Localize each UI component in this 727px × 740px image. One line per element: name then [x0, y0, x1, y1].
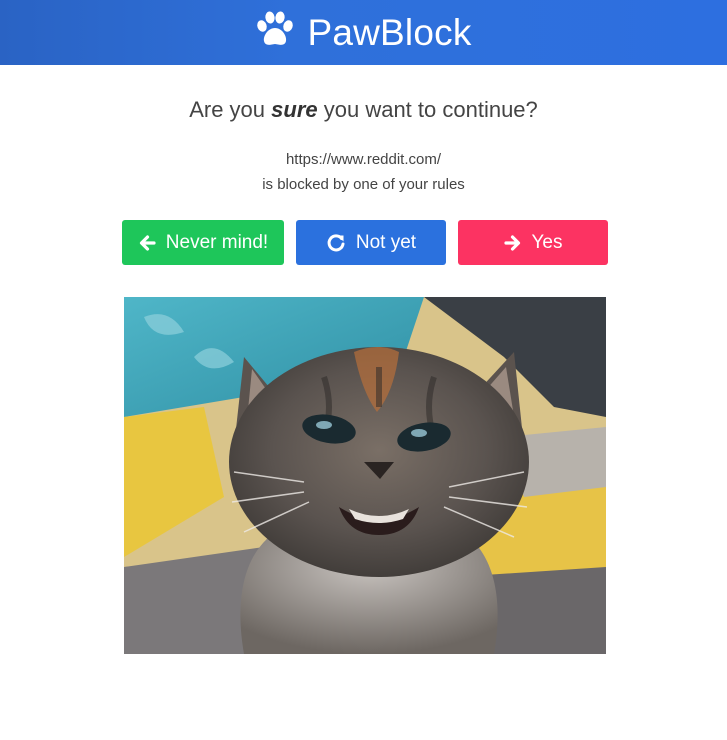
kitten-image [124, 297, 606, 654]
app-title: PawBlock [307, 11, 472, 53]
yes-button[interactable]: Yes [458, 220, 608, 265]
blocked-url: https://www.reddit.com/ [285, 151, 442, 168]
question-prefix: Are you [189, 97, 272, 122]
paw-icon [255, 11, 295, 54]
not-yet-label: Not yet [355, 231, 417, 253]
arrow-right-icon [503, 234, 522, 252]
header-bar: PawBlock [0, 0, 727, 65]
arrow-left-icon [138, 234, 156, 252]
never-mind-button[interactable]: Never mind! [122, 220, 284, 265]
blocked-message: is blocked by one of your rules [262, 176, 465, 193]
brand: PawBlock [255, 11, 471, 54]
yes-label: Yes [531, 231, 563, 253]
redo-icon [326, 233, 346, 253]
confirm-question: Are you sure you want to continue? [0, 97, 727, 123]
question-suffix: you want to continue? [317, 97, 538, 122]
not-yet-button[interactable]: Not yet [296, 220, 446, 265]
never-mind-label: Never mind! [165, 231, 269, 253]
question-emphasis: sure [271, 97, 318, 122]
